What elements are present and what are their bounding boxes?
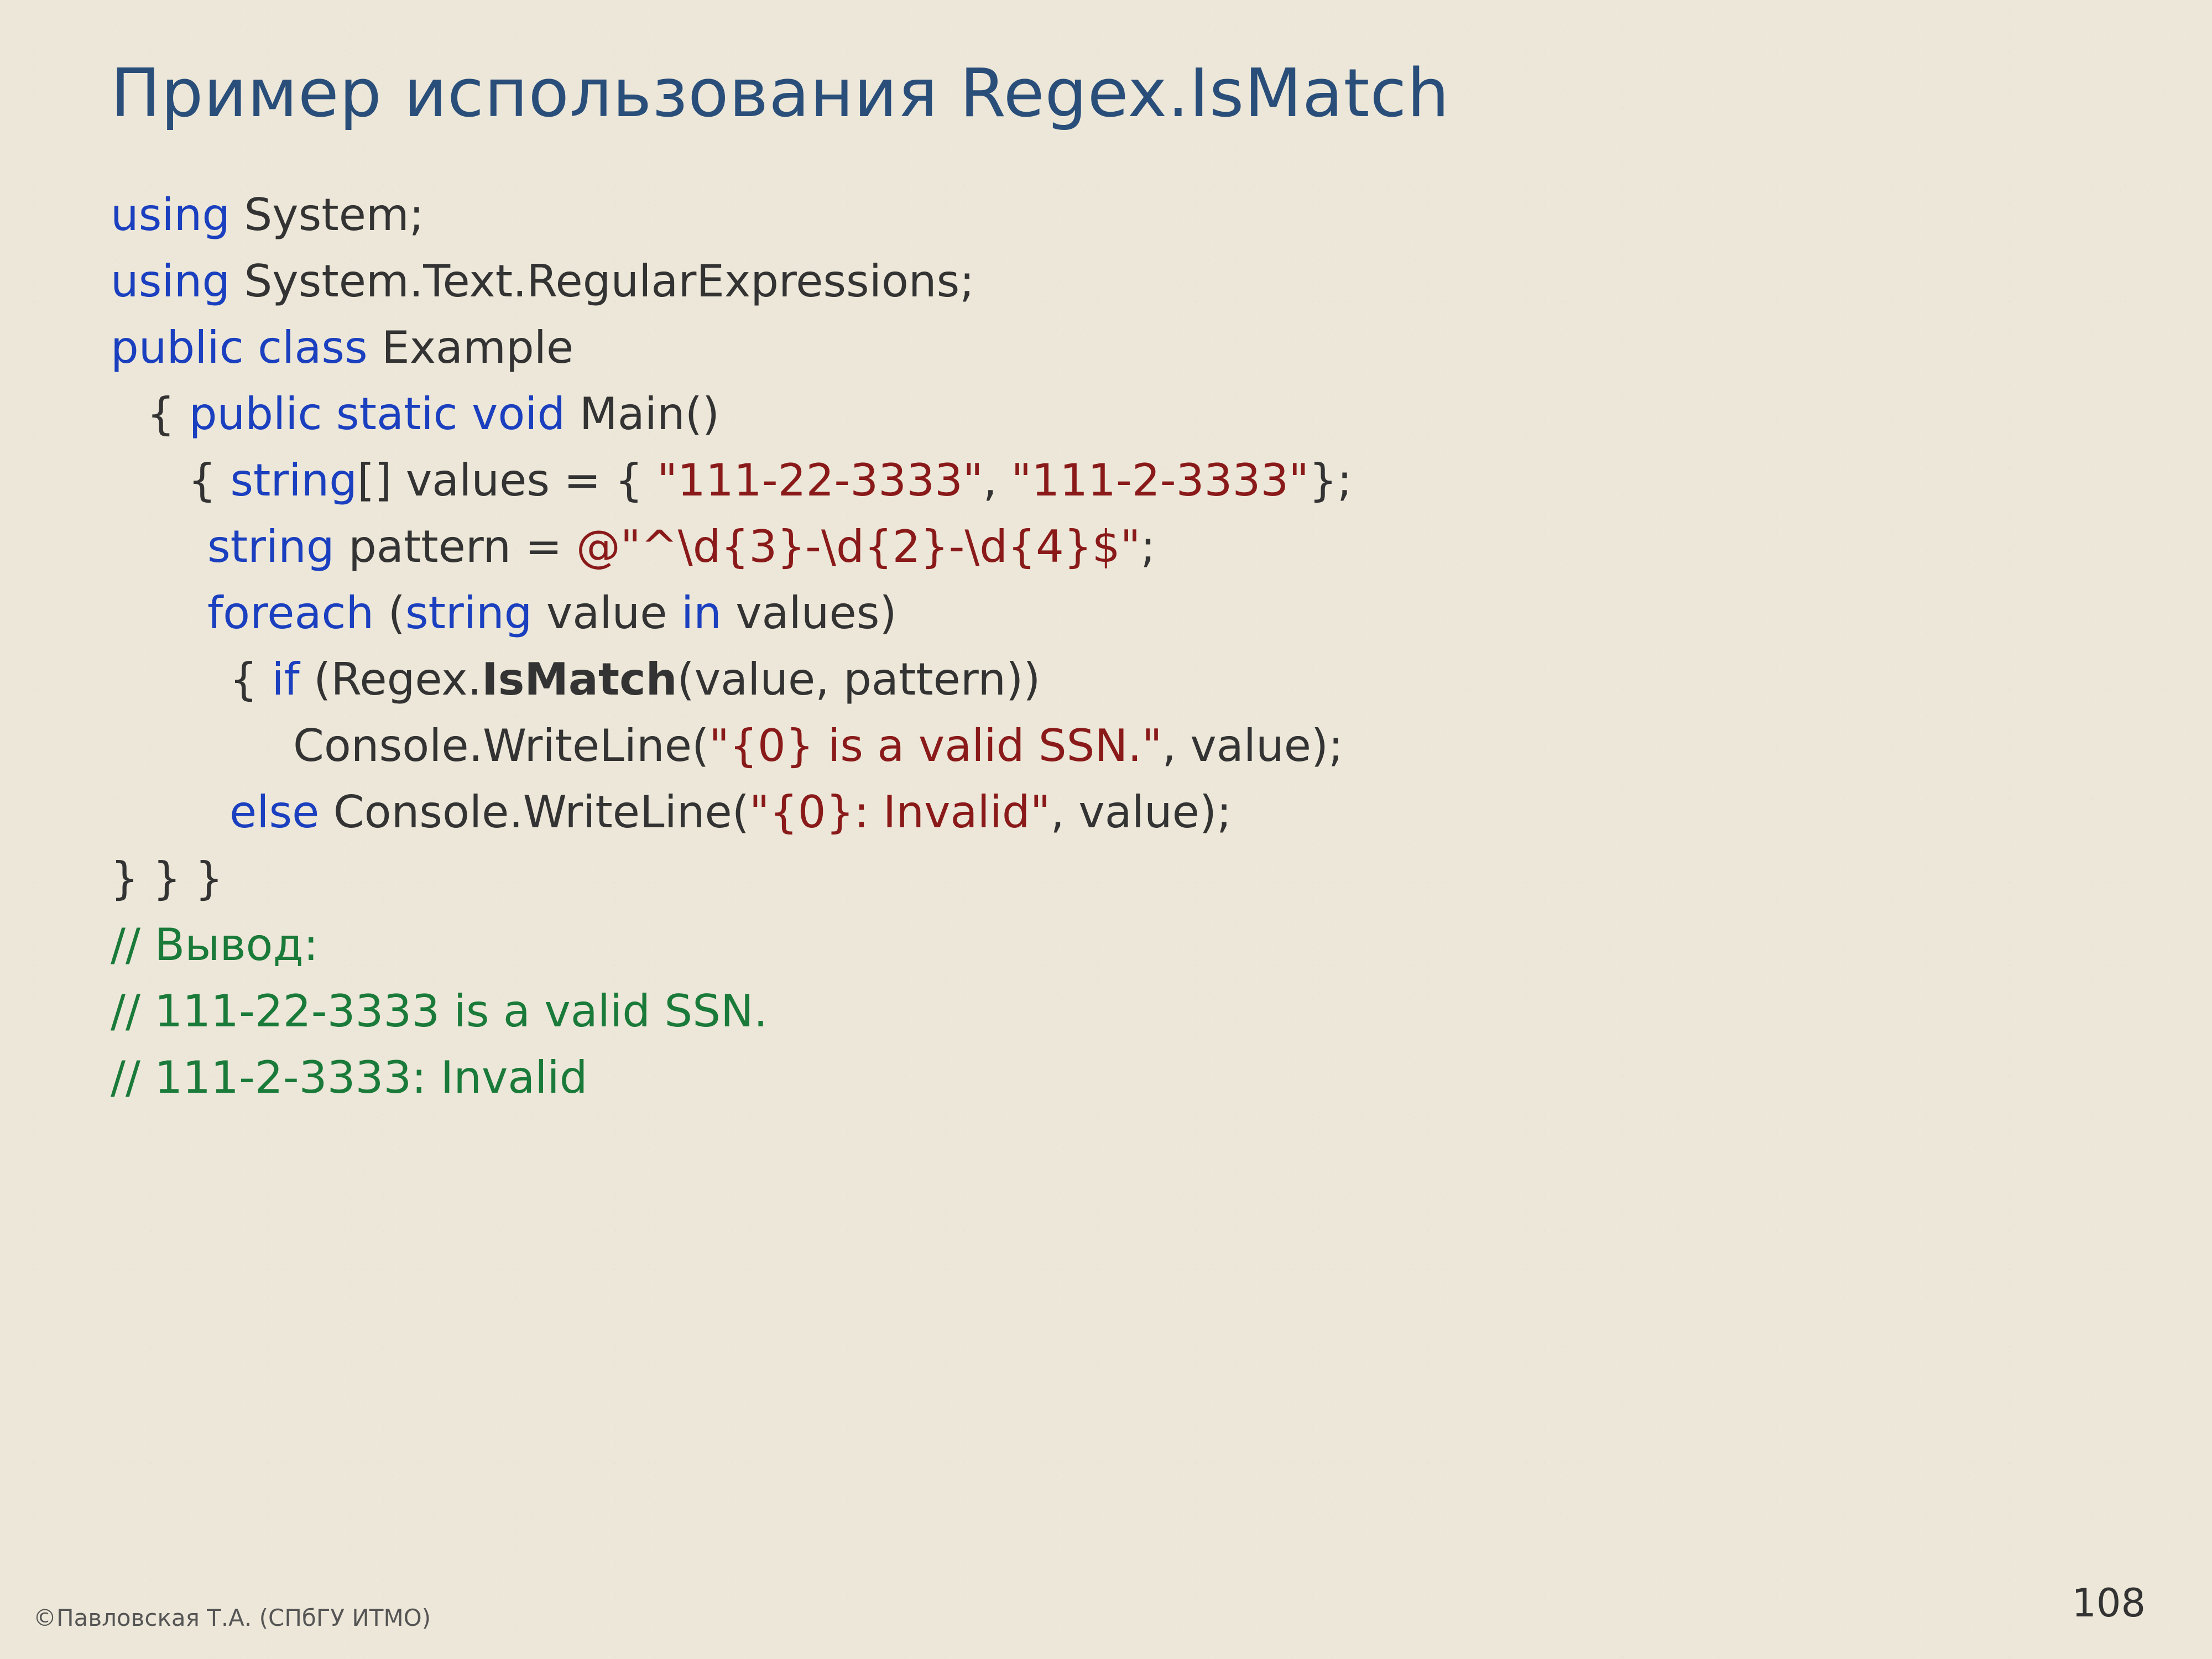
keyword: else (229, 786, 319, 838)
code-line: string pattern = @"^\d{3}-\d{2}-\d{4}$"; (111, 514, 2101, 580)
footer-copyright: ©Павловская Т.А. (СПбГУ ИТМО) (33, 1604, 431, 1631)
code-line: foreach (string value in values) (111, 580, 2101, 646)
string-literal: "{0}: Invalid" (749, 786, 1051, 838)
code-text: }; (1309, 455, 1352, 506)
code-text: { (188, 455, 230, 506)
code-line: else Console.WriteLine("{0}: Invalid", v… (111, 779, 2101, 846)
code-text: , value); (1162, 720, 1344, 771)
code-line: { public static void Main() (111, 381, 2101, 447)
code-text: } } } (111, 853, 223, 904)
comment-line: // 111-22-3333 is a valid SSN. (111, 978, 2101, 1045)
code-block: using System; using System.Text.RegularE… (111, 182, 2101, 1111)
code-line: { string[] values = { "111-22-3333", "11… (111, 447, 2101, 514)
code-text: { (229, 654, 272, 705)
code-text: System.Text.RegularExpressions; (230, 255, 974, 307)
code-line: using System.Text.RegularExpressions; (111, 248, 2101, 315)
method-name: IsMatch (482, 654, 677, 705)
code-text: , value); (1051, 786, 1232, 838)
code-text: value (532, 587, 681, 639)
code-text: Example (368, 322, 574, 373)
code-text: , (983, 455, 1011, 506)
code-text: { (133, 388, 189, 440)
code-text: System; (230, 189, 424, 241)
code-text: pattern = (335, 521, 576, 572)
string-literal: "111-2-3333" (1011, 455, 1310, 506)
code-line: using System; (111, 182, 2101, 248)
code-text: (value, pattern)) (677, 654, 1041, 705)
keyword: using (111, 189, 230, 241)
string-literal: "111-22-3333" (657, 455, 983, 506)
code-line: public class Example (111, 315, 2101, 381)
keyword: public static void (189, 388, 566, 440)
code-text: (Regex. (300, 654, 482, 705)
string-literal: "{0} is a valid SSN." (709, 720, 1162, 771)
slide: Пример использования Regex.IsMatch using… (0, 0, 2212, 1659)
code-text: ( (374, 587, 405, 639)
keyword: in (681, 587, 722, 639)
keyword: foreach (207, 587, 374, 639)
keyword: string (207, 521, 335, 572)
slide-title: Пример использования Regex.IsMatch (111, 55, 2101, 132)
code-line: Console.WriteLine("{0} is a valid SSN.",… (111, 713, 2101, 779)
keyword: if (272, 654, 299, 705)
code-text: Main() (565, 388, 719, 440)
keyword: string (230, 455, 357, 506)
keyword: using (111, 255, 230, 307)
page-number: 108 (2072, 1580, 2146, 1626)
code-text: Console.WriteLine( (293, 720, 709, 771)
keyword: public class (111, 322, 368, 373)
code-text: Console.WriteLine( (319, 786, 749, 838)
code-line: } } } (111, 846, 2101, 912)
comment-line: // Вывод: (111, 912, 2101, 978)
code-text: [] values = { (357, 455, 657, 506)
code-text: values) (722, 587, 897, 639)
keyword: string (405, 587, 533, 639)
string-literal: @"^\d{3}-\d{2}-\d{4}$" (576, 521, 1141, 572)
code-line: { if (Regex.IsMatch(value, pattern)) (111, 646, 2101, 713)
code-text: ; (1140, 521, 1155, 572)
comment-line: // 111-2-3333: Invalid (111, 1045, 2101, 1111)
